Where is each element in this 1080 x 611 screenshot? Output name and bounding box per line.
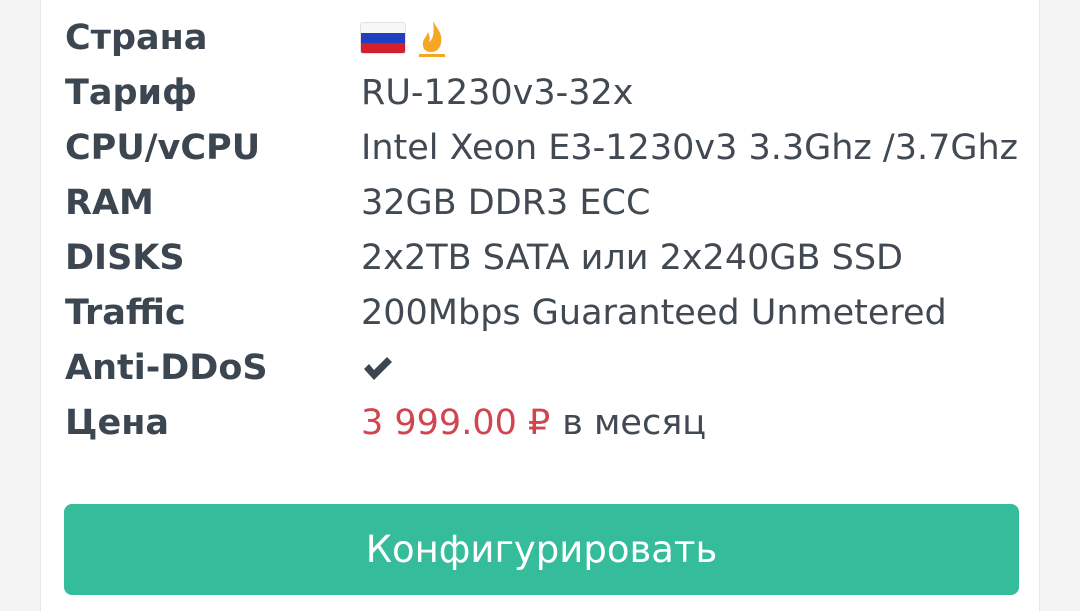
spec-label: Тариф (65, 72, 197, 113)
server-card: Страна Тариф RU-1230v3-32x CPU/vCPU Inte… (40, 0, 1040, 611)
price-amount: 3 999.00 ₽ (361, 402, 551, 443)
spec-label: Цена (65, 402, 170, 443)
spec-label: Traffic (65, 292, 186, 333)
spec-value: 200Mbps Guaranteed Unmetered (361, 292, 947, 333)
russia-flag-icon (361, 22, 405, 53)
spec-value (361, 18, 447, 58)
spec-label: RAM (65, 182, 154, 223)
spec-label: Страна (65, 17, 208, 58)
spec-label: CPU/vCPU (65, 127, 261, 168)
spec-value: RU-1230v3-32x (361, 72, 634, 113)
spec-value: 2x2TB SATA или 2x240GB SSD (361, 237, 904, 278)
spec-value: 3 999.00 ₽ в месяц (361, 403, 706, 443)
spec-row-traffic: Traffic 200Mbps Guaranteed Unmetered (65, 285, 1025, 340)
spec-row-tariff: Тариф RU-1230v3-32x (65, 65, 1025, 120)
spec-value (361, 353, 395, 383)
spec-value: 32GB DDR3 ECC (361, 182, 651, 223)
configure-button[interactable]: Конфигурировать (64, 504, 1019, 595)
spec-row-antiddos: Anti-DDoS (65, 340, 1025, 395)
spec-row-country: Страна (65, 10, 1025, 65)
checkmark-icon (364, 356, 392, 380)
spec-row-cpu: CPU/vCPU Intel Xeon E3-1230v3 3.3Ghz /3.… (65, 120, 1025, 175)
spec-label: DISKS (65, 237, 185, 278)
spec-label: Anti-DDoS (65, 347, 268, 388)
spec-value: Intel Xeon E3-1230v3 3.3Ghz /3.7Ghz (361, 127, 1019, 168)
fire-icon (419, 20, 445, 57)
spec-row-ram: RAM 32GB DDR3 ECC (65, 175, 1025, 230)
price-period: в месяц (562, 402, 707, 443)
spec-row-price: Цена 3 999.00 ₽ в месяц (65, 395, 1025, 450)
spec-row-disks: DISKS 2x2TB SATA или 2x240GB SSD (65, 230, 1025, 285)
